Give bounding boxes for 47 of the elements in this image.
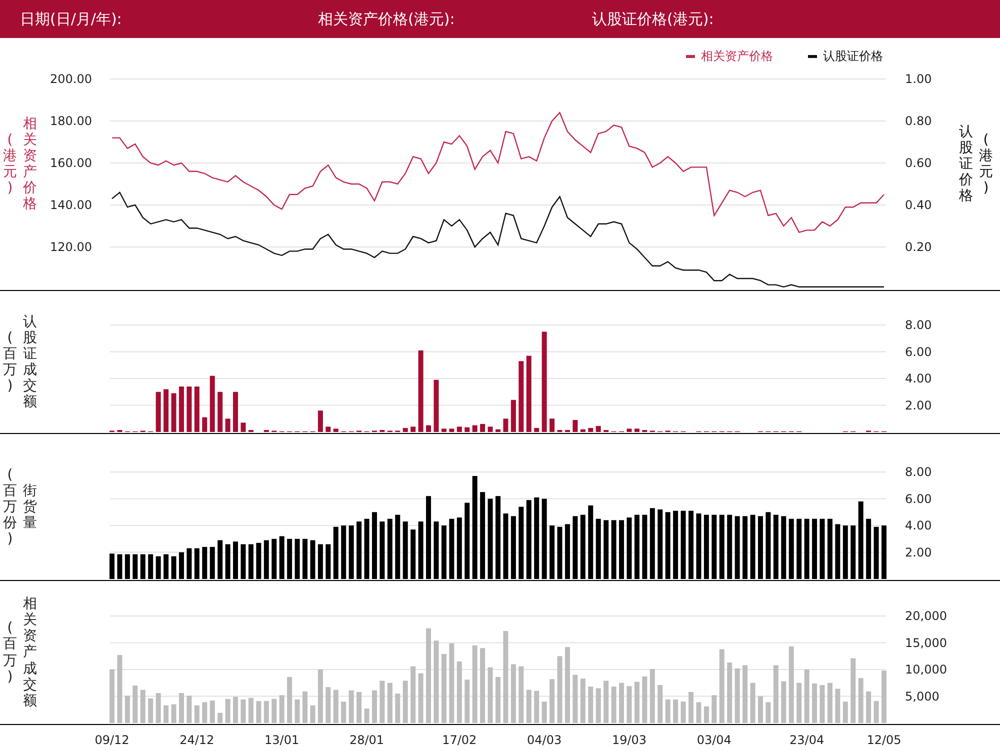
tick-label: 0.60 (905, 156, 932, 170)
tick-label: 04/03 (527, 733, 562, 747)
tick-label: 2.00 (905, 545, 932, 560)
axis-unit: (百万) (3, 620, 17, 685)
header-field-label: 相关资产价格(港元): (318, 8, 456, 30)
tick-label: 200.00 (50, 72, 92, 86)
tick-label: 28/01 (349, 733, 384, 747)
tick-label: 8.00 (905, 318, 932, 332)
tick-label: 6.00 (905, 492, 932, 506)
tick-label: 10,000 (905, 662, 947, 676)
tick-label: 8.00 (905, 465, 932, 479)
axis-title: 街货量 (23, 482, 37, 532)
header-field-label: 认股证价格(港元): (592, 8, 715, 30)
tick-label: 12/05 (866, 733, 902, 747)
tick-label: 24/12 (180, 733, 214, 747)
tick-label: 20,000 (905, 609, 947, 623)
tick-label: 120.00 (50, 240, 92, 254)
legend-label: 相关资产价格 (701, 49, 773, 63)
tick-label: 23/04 (790, 733, 824, 747)
axis-title: 认股证价格 (959, 124, 973, 204)
header-field-label: 日期(日/月/年): (20, 8, 123, 30)
tick-label: 09/12 (94, 733, 130, 747)
axis-unit: (百万份) (3, 466, 17, 548)
tick-label: 180.00 (50, 114, 92, 128)
tick-label: 0.20 (905, 240, 932, 254)
tick-label: 13/01 (264, 733, 300, 747)
tick-label: 03/04 (696, 733, 732, 747)
tick-label: 4.00 (905, 518, 932, 532)
tick-label: 19/03 (612, 733, 647, 747)
tick-label: 0.40 (905, 198, 932, 212)
tick-label: 1.00 (905, 72, 932, 86)
tick-label: 6.00 (905, 344, 932, 359)
tick-label: 160.00 (50, 156, 92, 170)
tick-label: 5,000 (905, 689, 940, 704)
tick-label: 0.80 (905, 114, 932, 128)
tick-label: 140.00 (50, 198, 92, 212)
axis-title: 认股证成交额 (23, 314, 37, 410)
legend-label: 认股证价格 (823, 49, 883, 63)
tick-label: 15,000 (905, 636, 947, 650)
axis-unit: (港元) (979, 132, 993, 196)
tick-label: 17/02 (442, 733, 477, 747)
axis-unit: (百万) (3, 330, 17, 394)
axis-title: 相关资产价格 (23, 116, 37, 212)
tick-label: 2.00 (905, 398, 932, 412)
axis-title: 相关资产成交额 (23, 596, 37, 709)
tick-label: 4.00 (905, 372, 932, 386)
axis-unit: (港元) (3, 132, 17, 196)
